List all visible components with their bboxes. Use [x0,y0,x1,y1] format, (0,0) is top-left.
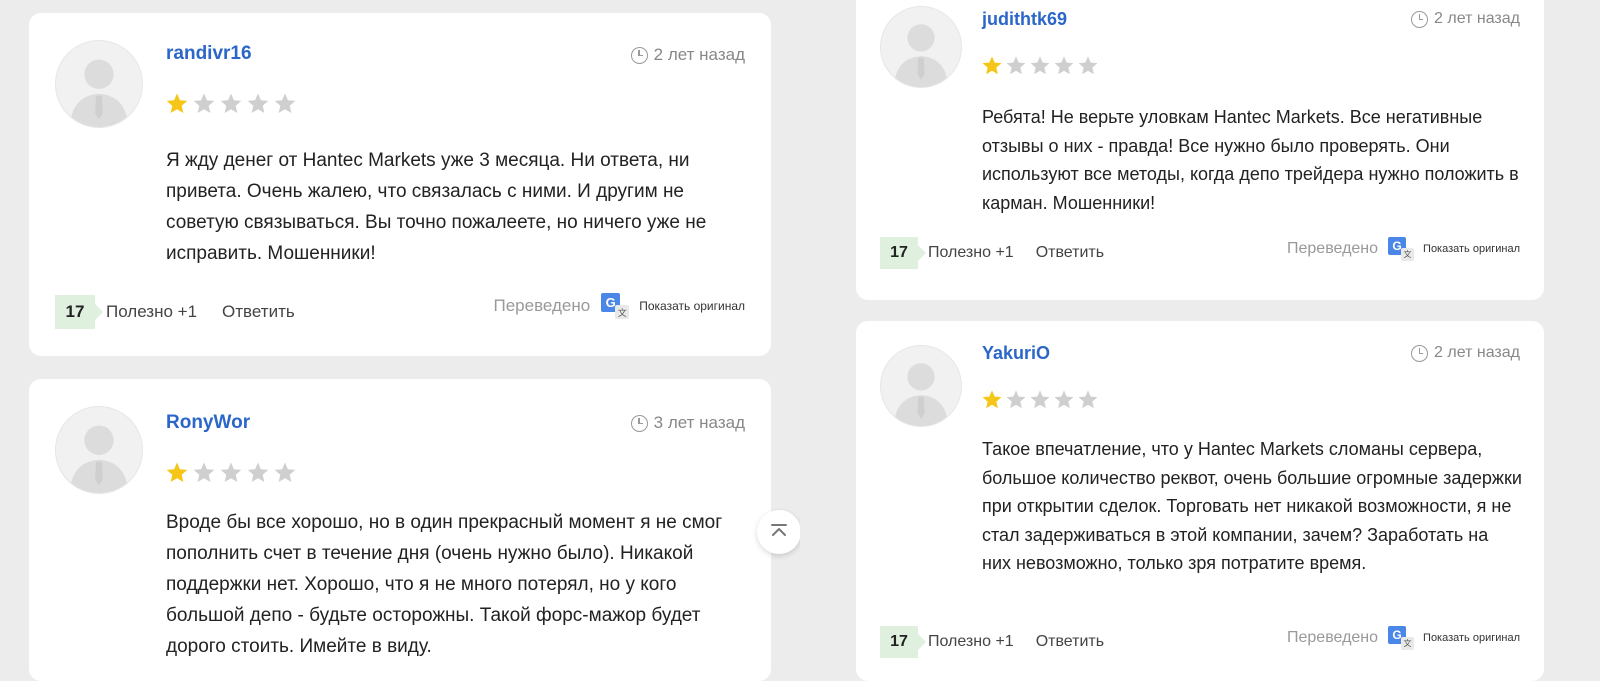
clock-icon [630,414,648,432]
avatar[interactable] [880,345,962,427]
star-icon [982,390,1002,409]
helpful-button[interactable]: Полезно +1 [928,633,1014,651]
review-card: RonyWor 3 лет назад Вроде бы все хорошо,… [29,379,771,681]
show-original-link[interactable]: Показать оригинал [639,299,745,313]
arrow-up-to-top-icon [771,524,787,536]
star-icon [1078,56,1098,75]
left-column: randivr16 2 лет назад Я жду денег от Han… [0,0,801,681]
rating-stars [981,389,1101,411]
reply-button[interactable]: Ответить [1036,244,1104,262]
review-card: judithtk69 2 лет назад Ребята! Не верьте… [856,0,1544,300]
reply-button[interactable]: Ответить [222,302,295,322]
helpful-count: 17 [55,295,95,329]
avatar[interactable] [880,6,962,88]
review-username[interactable]: YakuriO [982,343,1050,364]
review-time-label: 2 лет назад [653,45,745,64]
star-icon [220,93,242,113]
review-footer: 17 Полезно +1 Ответить [880,237,1104,269]
default-user-avatar-icon [69,425,129,493]
star-icon [274,93,296,113]
translated-info: Переведено G 文 Показать оригинал [493,293,745,319]
star-icon [193,462,215,482]
helpful-button[interactable]: Полезно +1 [928,244,1014,262]
show-original-link[interactable]: Показать оригинал [1423,243,1520,255]
google-translate-icon: G 文 [601,293,630,319]
helpful-button[interactable]: Полезно +1 [106,302,197,322]
right-column: judithtk69 2 лет назад Ребята! Не верьте… [800,0,1600,681]
scroll-to-top-button[interactable] [757,510,801,554]
star-icon [166,462,188,482]
review-footer: 17 Полезно +1 Ответить [55,295,295,329]
google-translate-icon: G 文 [1388,626,1415,650]
review-time: 2 лет назад [1411,344,1520,362]
star-icon [193,93,215,113]
rating-stars [165,92,300,116]
default-user-avatar-icon [893,24,949,87]
review-username[interactable]: RonyWor [166,412,250,434]
star-icon [247,93,269,113]
clock-icon [1411,344,1429,362]
review-text: Такое впечатление, что у Hantec Markets … [982,439,1522,573]
review-username[interactable]: judithtk69 [982,9,1067,30]
translated-info: Переведено G 文 Показать оригинал [1287,626,1520,650]
rating-stars [165,461,300,485]
review-time-label: 3 лет назад [653,413,745,432]
star-icon [1030,390,1050,409]
star-icon [1030,56,1050,75]
star-icon [220,462,242,482]
translated-label: Переведено [493,296,591,315]
star-icon [1078,390,1098,409]
star-icon [1054,390,1074,409]
review-time: 2 лет назад [1411,10,1520,28]
review-footer: 17 Полезно +1 Ответить [880,626,1104,658]
google-translate-icon: G 文 [1388,237,1415,261]
star-icon [1006,56,1026,75]
translated-info: Переведено G 文 Показать оригинал [1287,237,1520,261]
review-card: YakuriO 2 лет назад Такое впечатление, ч… [856,321,1544,681]
translated-label: Переведено [1287,629,1379,646]
avatar[interactable] [55,406,143,494]
translated-label: Переведено [1287,240,1379,257]
review-time: 3 лет назад [630,413,745,433]
review-text: Ребята! Не верьте уловкам Hantec Markets… [982,107,1519,213]
review-text: Вроде бы все хорошо, но в один прекрасны… [166,512,723,657]
show-original-link[interactable]: Показать оригинал [1423,632,1520,644]
review-time: 2 лет назад [630,45,745,65]
star-icon [166,93,188,113]
review-time-label: 2 лет назад [1434,344,1520,361]
star-icon [1006,390,1026,409]
default-user-avatar-icon [893,363,949,426]
star-icon [982,56,1002,75]
star-icon [274,462,296,482]
default-user-avatar-icon [69,59,129,127]
helpful-count: 17 [880,237,918,269]
review-text: Я жду денег от Hantec Markets уже 3 меся… [166,150,707,264]
rating-stars [981,55,1101,77]
avatar[interactable] [55,40,143,128]
clock-icon [630,46,648,64]
helpful-count: 17 [880,626,918,658]
review-username[interactable]: randivr16 [166,43,252,65]
review-card: randivr16 2 лет назад Я жду денег от Han… [29,13,771,356]
star-icon [1054,56,1074,75]
star-icon [247,462,269,482]
clock-icon [1411,10,1429,28]
reply-button[interactable]: Ответить [1036,633,1104,651]
review-time-label: 2 лет назад [1434,10,1520,27]
